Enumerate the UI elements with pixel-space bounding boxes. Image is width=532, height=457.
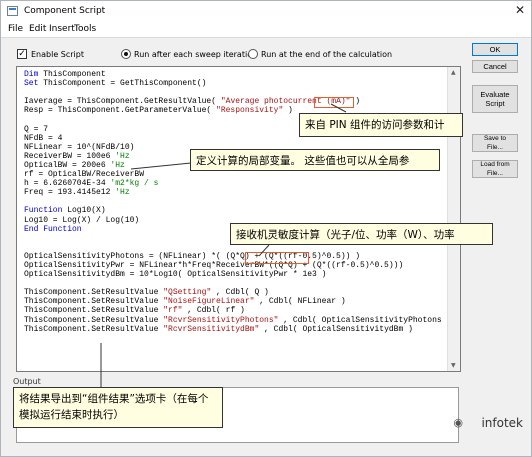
arrow-pin — [330, 103, 347, 113]
watermark: infotek — [481, 416, 523, 430]
arrow-local-vars — [130, 162, 192, 170]
component-script-window: Component Script ✕ File Edit Insert Tool… — [0, 0, 532, 457]
wechat-icon: ◉ — [453, 416, 463, 429]
callout-pin-access: 来自 PIN 组件的访问参数和计 — [299, 113, 463, 137]
callout-local-variables: 定义计算的局部变量。 这些值也可以从全局参 — [190, 149, 440, 171]
callout-sensitivity: 接收机灵敏度计算（光子/位、功率（W）、功率 — [230, 223, 493, 245]
arrow-sensitivity — [258, 244, 270, 257]
callout-export-results: 将结果导出到“组件结果”选项卡（在每个模拟运行结束时执行） — [13, 387, 223, 428]
